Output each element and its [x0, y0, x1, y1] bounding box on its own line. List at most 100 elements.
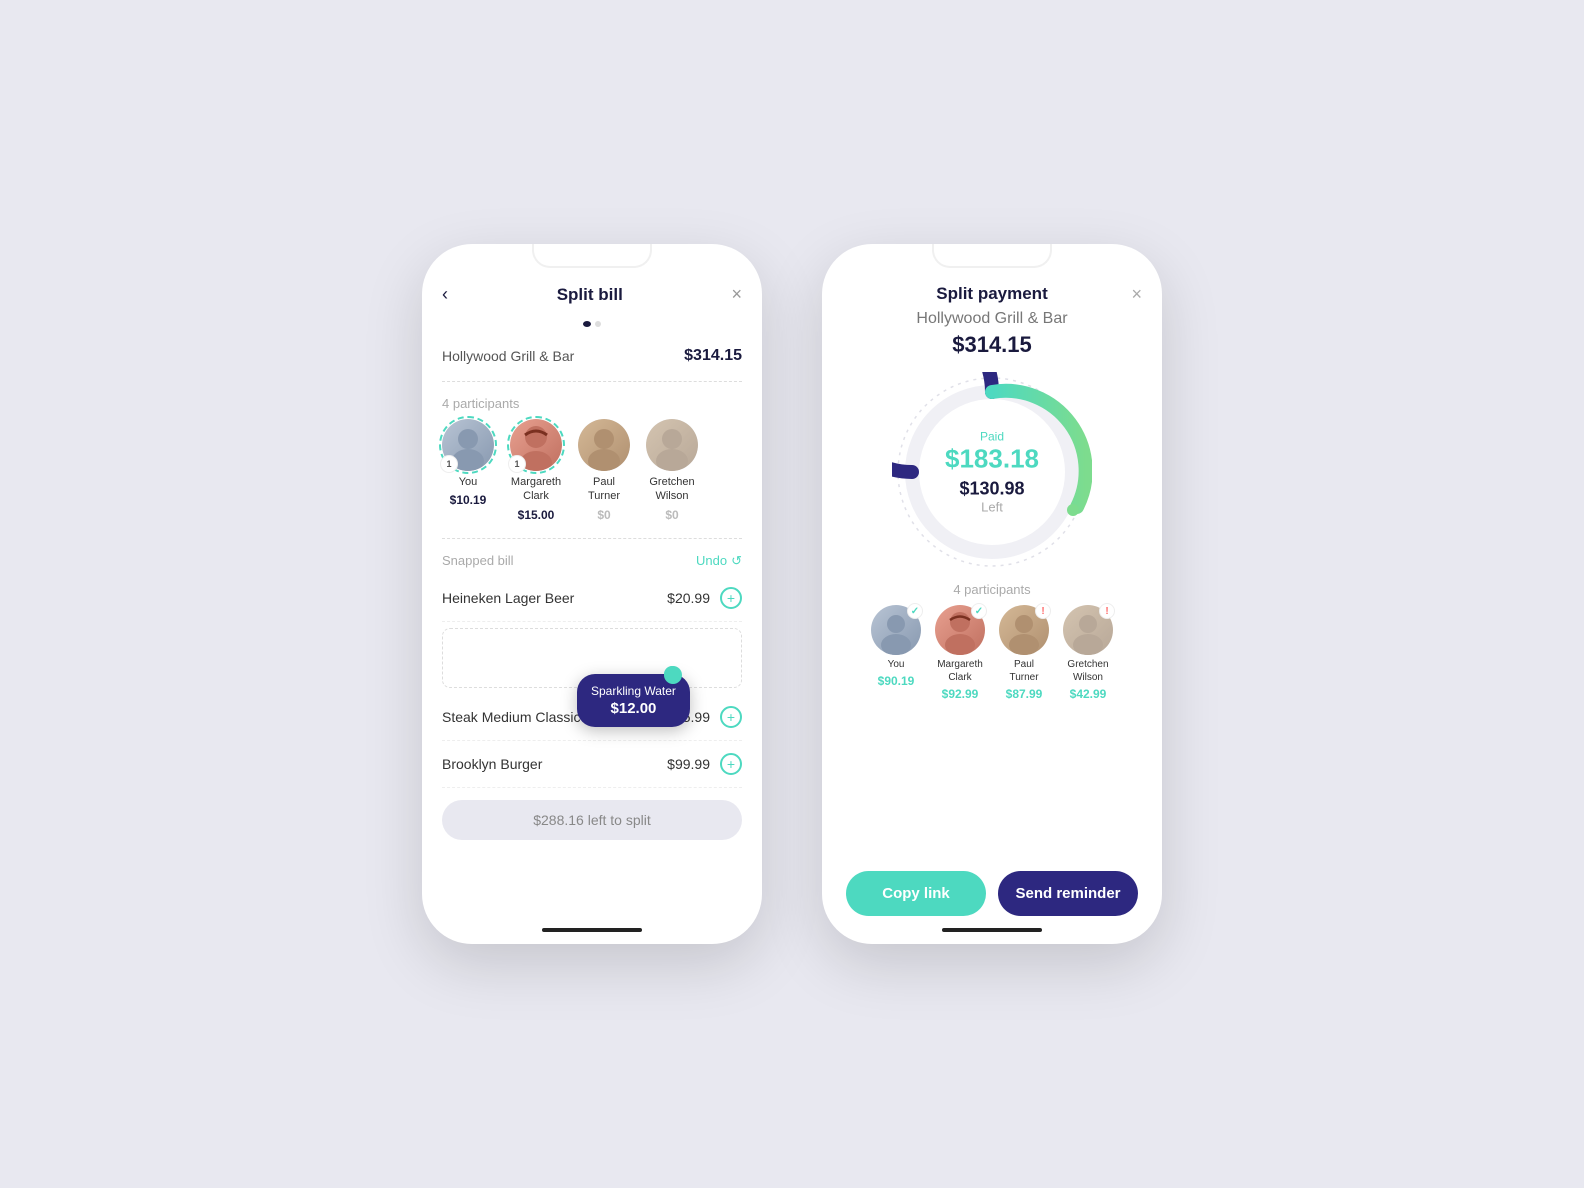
donut-center: Paid $183.18 $130.98 Left — [945, 430, 1039, 515]
add-item-2-button[interactable]: + — [720, 706, 742, 728]
donut-paid-label: Paid — [945, 430, 1039, 444]
bill-item-name-3: Brooklyn Burger — [442, 756, 542, 772]
home-bar-left — [542, 928, 642, 932]
undo-button[interactable]: Undo ↺ — [696, 553, 742, 569]
bubble-item-name: Sparkling Water — [591, 684, 676, 698]
face-paul — [578, 419, 630, 471]
face-gretchen — [646, 419, 698, 471]
split-payment-title: Split payment — [936, 284, 1047, 304]
bill-item-name-2: Steak Medium Classic — [442, 709, 581, 725]
sp-buttons: Copy link Send reminder — [842, 871, 1142, 920]
sp-amount-margareth: $92.99 — [942, 687, 979, 701]
snapped-bill-label: Snapped bill — [442, 553, 514, 568]
avatar-wrap-gretchen — [646, 419, 698, 471]
left-to-split-button[interactable]: $288.16 left to split — [442, 800, 742, 840]
participant-name-paul: PaulTurner — [588, 475, 620, 504]
sp-badge-paul: ! — [1035, 603, 1051, 619]
participant-name-gretchen: GretchenWilson — [649, 475, 694, 504]
participant-amount-gretchen: $0 — [665, 508, 678, 522]
participant-name-you: You — [459, 475, 478, 489]
sp-avatar-wrap-margareth: ✓ — [935, 605, 985, 655]
sp-name-you: You — [888, 658, 905, 671]
donut-left-label: Left — [945, 500, 1039, 515]
phone-notch-right — [932, 244, 1052, 268]
avatar-paul — [578, 419, 630, 471]
sp-participant-gretchen: ! GretchenWilson $42.99 — [1063, 605, 1113, 701]
donut-paid-amount: $183.18 — [945, 446, 1039, 472]
participants-label-left: 4 participants — [442, 396, 742, 411]
participant-amount-paul: $0 — [597, 508, 610, 522]
sp-restaurant-name: Hollywood Grill & Bar — [842, 310, 1142, 328]
sp-amount-gretchen: $42.99 — [1070, 687, 1107, 701]
participants-list-left: 1 You $10.19 — [442, 419, 742, 522]
avatar-gretchen — [646, 419, 698, 471]
add-item-1-button[interactable]: + — [720, 587, 742, 609]
sp-badge-margareth: ✓ — [971, 603, 987, 619]
dot-1 — [583, 321, 591, 327]
split-bill-title: Split bill — [557, 285, 623, 305]
sp-participants-list: ✓ You $90.19 ✓ MargarethC — [842, 605, 1142, 701]
avatar-wrap-you: 1 — [442, 419, 494, 471]
bill-item-right-3: $99.99 + — [667, 753, 742, 775]
sp-participants-label: 4 participants — [842, 582, 1142, 597]
sp-participant-margareth: ✓ MargarethClark $92.99 — [935, 605, 985, 701]
donut-left-amount: $130.98 — [945, 480, 1039, 498]
split-payment-header: Split payment × — [842, 284, 1142, 304]
donut-chart: Paid $183.18 $130.98 Left — [892, 372, 1092, 572]
divider-2 — [442, 538, 742, 539]
participant-gretchen: GretchenWilson $0 — [646, 419, 698, 522]
sp-badge-you: ✓ — [907, 603, 923, 619]
close-button-left[interactable]: × — [731, 284, 742, 305]
right-phone: Split payment × Hollywood Grill & Bar $3… — [822, 244, 1162, 944]
progress-dots — [442, 321, 742, 327]
sp-restaurant-total: $314.15 — [842, 332, 1142, 358]
bill-item-price-1: $20.99 — [667, 590, 710, 606]
sp-participant-paul: ! PaulTurner $87.99 — [999, 605, 1049, 701]
participant-amount-you: $10.19 — [450, 493, 487, 507]
divider-1 — [442, 381, 742, 382]
sp-avatar-wrap-gretchen: ! — [1063, 605, 1113, 655]
add-item-3-button[interactable]: + — [720, 753, 742, 775]
phone-notch-left — [532, 244, 652, 268]
back-button[interactable]: ‹ — [442, 284, 448, 305]
bill-item-right-1: $20.99 + — [667, 587, 742, 609]
avatar-badge-you: 1 — [440, 455, 458, 473]
restaurant-row: Hollywood Grill & Bar $314.15 — [442, 339, 742, 377]
bubble-plus-icon: + — [664, 666, 682, 684]
participant-you: 1 You $10.19 — [442, 419, 494, 522]
bill-item-1: Heineken Lager Beer $20.99 + — [442, 575, 742, 622]
participant-name-margareth: MargarethClark — [511, 475, 561, 504]
restaurant-total-left: $314.15 — [684, 347, 742, 365]
close-button-right[interactable]: × — [1131, 284, 1142, 305]
sp-name-paul: PaulTurner — [1009, 658, 1038, 684]
sp-amount-paul: $87.99 — [1006, 687, 1043, 701]
right-phone-content: Split payment × Hollywood Grill & Bar $3… — [822, 244, 1162, 920]
sp-avatar-wrap-you: ✓ — [871, 605, 921, 655]
home-bar-right — [942, 928, 1042, 932]
participant-paul: PaulTurner $0 — [578, 419, 630, 522]
copy-link-button[interactable]: Copy link — [846, 871, 986, 916]
avatar-wrap-paul — [578, 419, 630, 471]
restaurant-name-left: Hollywood Grill & Bar — [442, 348, 574, 364]
sp-amount-you: $90.19 — [878, 674, 915, 688]
bill-item-price-3: $99.99 — [667, 756, 710, 772]
avatar-wrap-margareth: 1 — [510, 419, 562, 471]
sp-name-margareth: MargarethClark — [937, 658, 983, 684]
participant-margareth: 1 MargarethClark $15.00 — [510, 419, 562, 522]
bill-item-name-1: Heineken Lager Beer — [442, 590, 574, 606]
participant-amount-margareth: $15.00 — [518, 508, 555, 522]
left-phone-content: ‹ Split bill × Hollywood Grill & Bar $31… — [422, 244, 762, 920]
left-phone: ‹ Split bill × Hollywood Grill & Bar $31… — [422, 244, 762, 944]
sp-participant-you: ✓ You $90.19 — [871, 605, 921, 701]
dot-2 — [595, 321, 601, 327]
floating-bubble: + Sparkling Water $12.00 — [577, 674, 690, 727]
sp-avatar-wrap-paul: ! — [999, 605, 1049, 655]
bill-item-3: Brooklyn Burger $99.99 + — [442, 741, 742, 788]
snapped-bill-header: Snapped bill Undo ↺ — [442, 543, 742, 575]
send-reminder-button[interactable]: Send reminder — [998, 871, 1138, 916]
sp-badge-gretchen: ! — [1099, 603, 1115, 619]
left-phone-header: ‹ Split bill × — [442, 284, 742, 305]
bubble-item-price: $12.00 — [591, 700, 676, 717]
sp-name-gretchen: GretchenWilson — [1067, 658, 1108, 684]
avatar-badge-margareth: 1 — [508, 455, 526, 473]
